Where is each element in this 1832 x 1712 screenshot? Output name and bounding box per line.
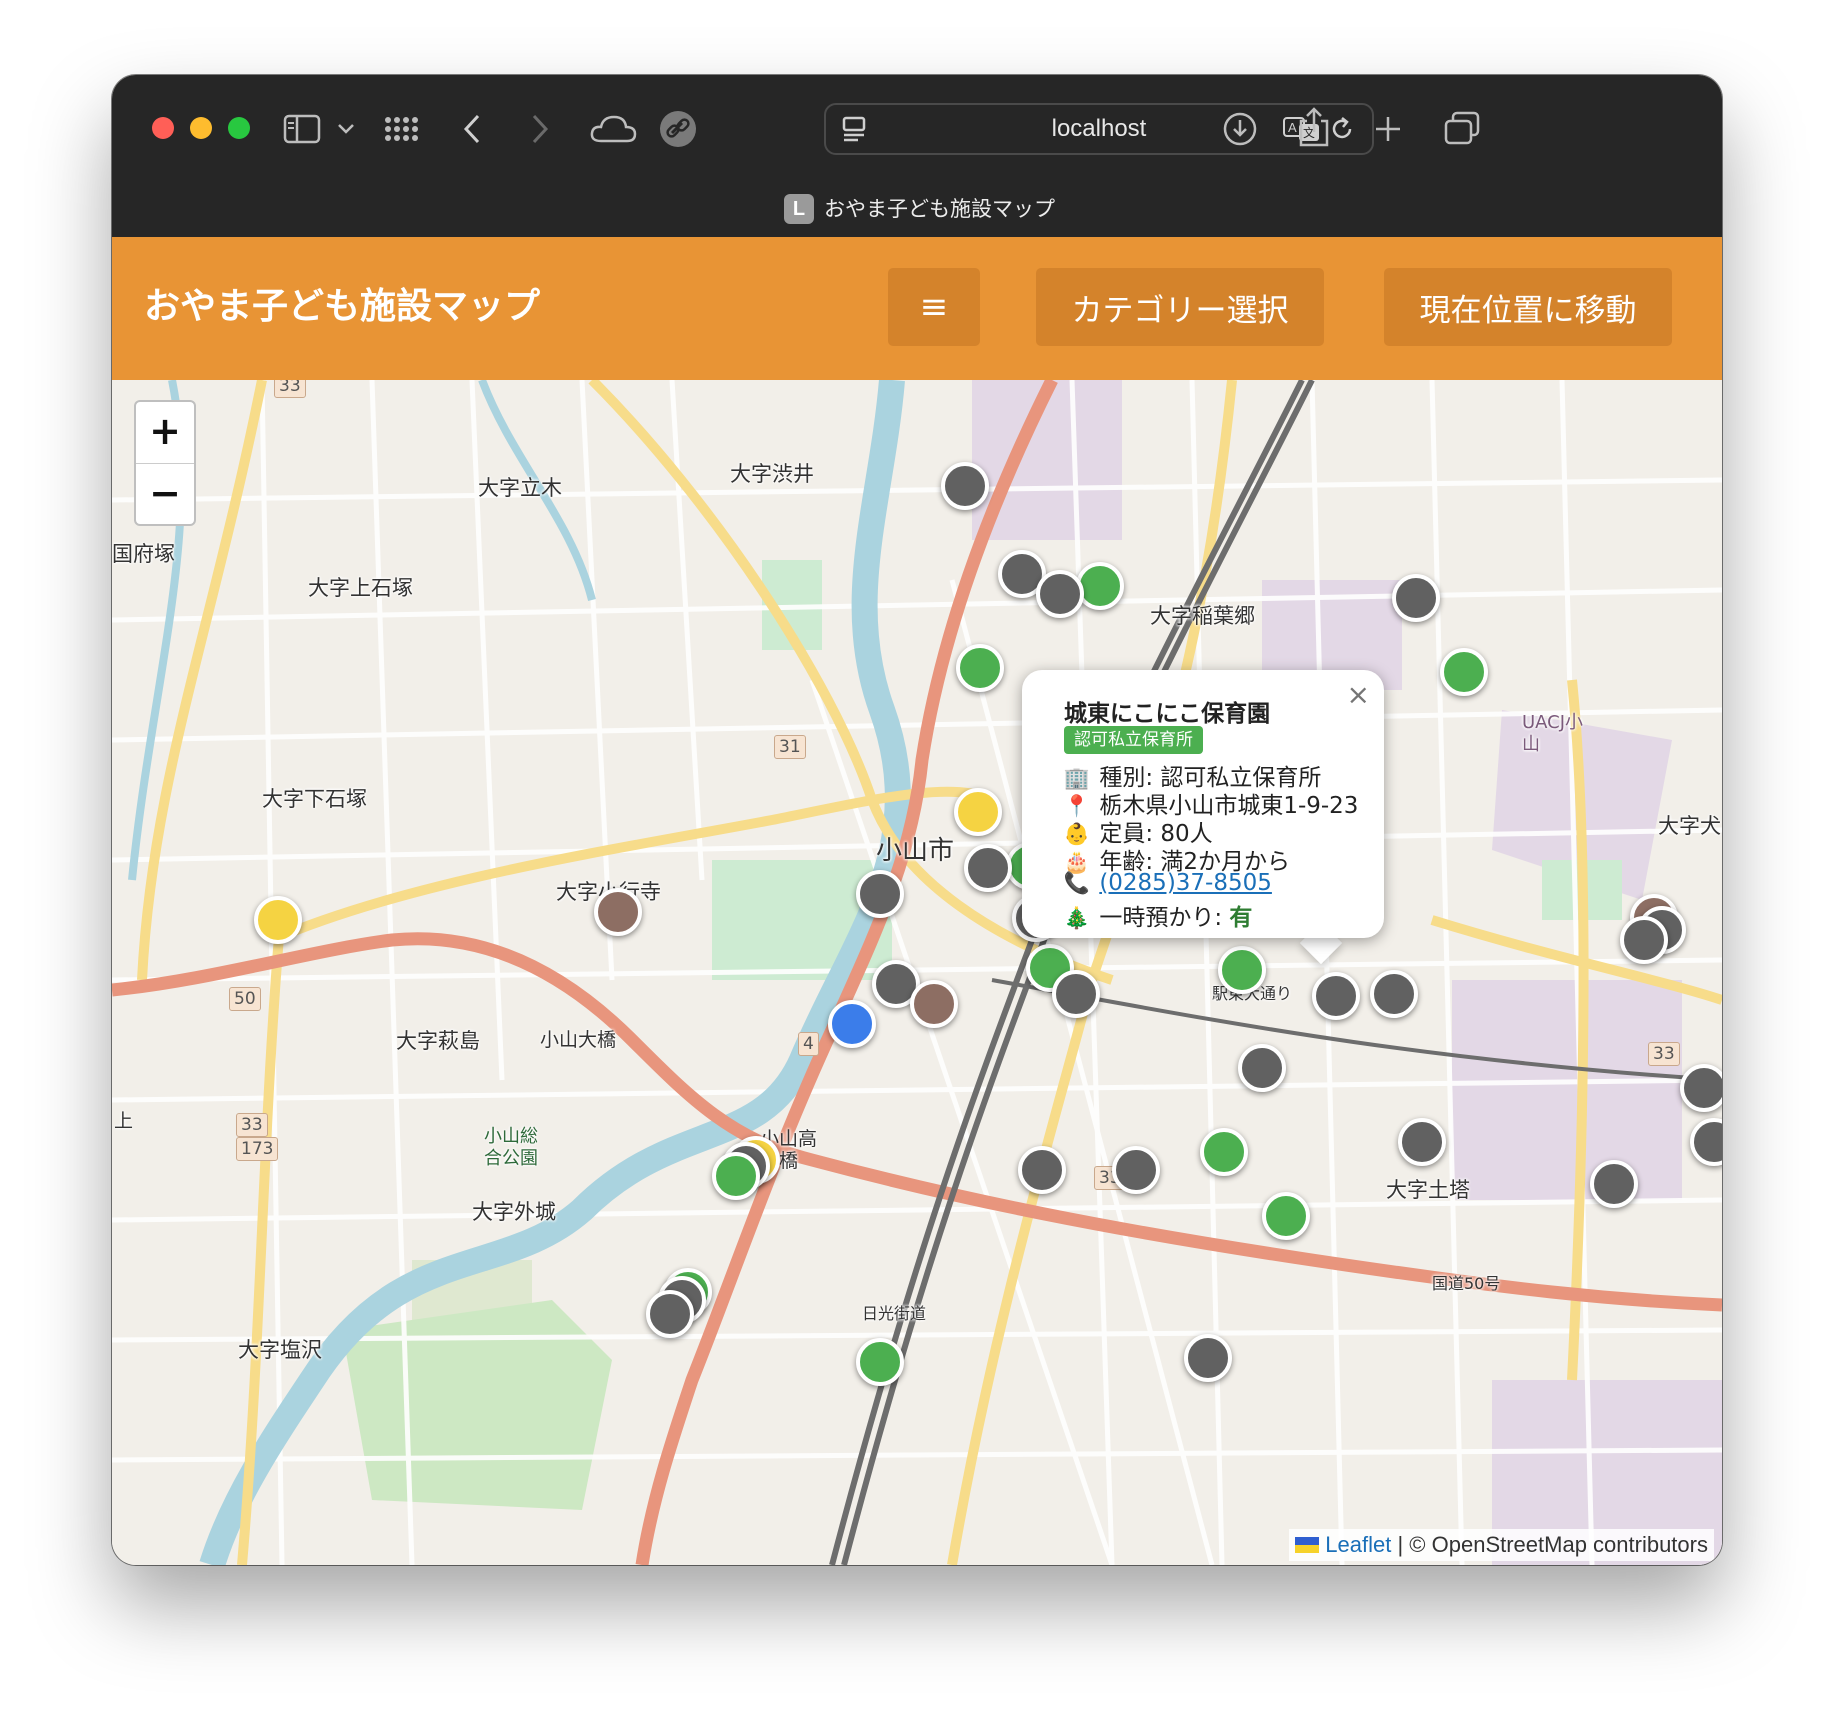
route-shield: 173 <box>236 1137 279 1161</box>
facility-marker-gray[interactable] <box>1398 1118 1446 1166</box>
facility-marker-gray[interactable] <box>1370 970 1418 1018</box>
facility-marker-green[interactable] <box>712 1152 760 1200</box>
place-label: 大字土塔 <box>1386 1178 1470 1202</box>
facility-marker-gray[interactable] <box>1392 574 1440 622</box>
facility-marker-gray[interactable] <box>1680 1064 1722 1112</box>
place-label: 大字萩島 <box>396 1029 480 1053</box>
hamburger-menu-icon: ≡ <box>919 287 949 327</box>
zoom-out-button[interactable]: − <box>136 464 194 525</box>
facility-marker-gray[interactable] <box>1052 970 1100 1018</box>
facility-marker-green[interactable] <box>1262 1192 1310 1240</box>
popup-row-phone: 📞 (0285)37-8505 <box>1062 870 1272 896</box>
facility-marker-green[interactable] <box>1440 648 1488 696</box>
tab-overview-icon[interactable] <box>1440 107 1484 151</box>
place-label: 日光街道 <box>862 1304 927 1323</box>
maximize-window-button[interactable] <box>228 117 250 139</box>
map-attribution: Leaflet | © OpenStreetMap contributors <box>1289 1529 1714 1561</box>
category-badge: 認可私立保育所 <box>1064 726 1203 754</box>
sidebar-toggle-icon[interactable] <box>280 107 324 151</box>
place-label: UACJ小山 <box>1522 712 1584 755</box>
place-label: 小山市 <box>876 836 955 866</box>
route-shield: 4 <box>798 1032 819 1056</box>
facility-marker-gray[interactable] <box>1238 1044 1286 1092</box>
forward-arrow-icon[interactable] <box>518 107 562 151</box>
minimize-window-button[interactable] <box>190 117 212 139</box>
move-to-current-location-button[interactable]: 現在位置に移動 <box>1384 268 1672 346</box>
menu-button[interactable]: ≡ <box>888 268 980 346</box>
zoom-control: + − <box>134 400 196 526</box>
facility-marker-gray[interactable] <box>941 462 989 510</box>
icloud-icon[interactable] <box>586 107 640 151</box>
route-shield: 33 <box>1648 1042 1680 1066</box>
share-icon[interactable] <box>1292 105 1336 149</box>
place-label: 大字稲葉郷 <box>1150 604 1255 628</box>
facility-marker-gray[interactable] <box>1590 1160 1638 1208</box>
facility-marker-green[interactable] <box>1200 1128 1248 1176</box>
app-title: おやま子ども施設マップ <box>144 286 541 327</box>
ukraine-flag-icon <box>1295 1537 1320 1553</box>
facility-marker-gray[interactable] <box>856 870 904 918</box>
place-label: 大字外城 <box>472 1200 556 1224</box>
facility-marker-gray[interactable] <box>1312 972 1360 1020</box>
popup-close-button[interactable]: × <box>1347 678 1370 711</box>
tab-title[interactable]: おやま子ども施設マップ <box>824 192 1055 226</box>
popup-row-temporary-care: 🎄 一時預かり: 有 <box>1062 898 1252 932</box>
facility-marker-gray[interactable] <box>1036 570 1084 618</box>
new-tab-plus-icon[interactable] <box>1366 107 1410 151</box>
app-header: おやま子ども施設マップ ≡ カテゴリー選択 現在位置に移動 <box>112 237 1722 380</box>
place-label: 国府塚 <box>112 542 175 566</box>
place-label: 小山大橋 <box>540 1029 617 1051</box>
place-label: 大字立木 <box>478 476 562 500</box>
facility-marker-gray[interactable] <box>1018 1146 1066 1194</box>
category-select-button[interactable]: カテゴリー選択 <box>1036 268 1324 346</box>
phone-link[interactable]: (0285)37-8505 <box>1099 870 1272 896</box>
phone-icon: 📞 <box>1063 871 1091 895</box>
facility-marker-gray[interactable] <box>1620 916 1668 964</box>
chevron-down-icon[interactable] <box>324 107 368 151</box>
place-label: 国道50号 <box>1432 1274 1501 1293</box>
popup-title: 城東にこにこ保育園 <box>1064 701 1271 727</box>
leaflet-link[interactable]: Leaflet <box>1325 1532 1391 1557</box>
temporary-care-label: 一時預かり: <box>1099 905 1230 931</box>
current-location-marker[interactable] <box>828 1000 876 1048</box>
facility-marker-gray[interactable] <box>964 844 1012 892</box>
zoom-in-button[interactable]: + <box>136 402 194 464</box>
route-shield: 33 <box>236 1113 268 1137</box>
place-label: 大字犬 <box>1658 814 1721 838</box>
route-shield: 33 <box>274 380 306 398</box>
place-label: 大字下石塚 <box>262 787 367 811</box>
place-label: 大字上石塚 <box>308 576 413 600</box>
close-window-button[interactable] <box>152 117 174 139</box>
place-label: 小山総合公園 <box>484 1126 538 1169</box>
facility-popup: × 城東にこにこ保育園 認可私立保育所 🏢 種別: 認可私立保育所 📍 栃木県小… <box>1022 670 1384 938</box>
browser-window: localhost A文 L おやま子ども施設マップ おやま子ども施設マップ ≡… <box>112 75 1722 1565</box>
facility-marker-yellow[interactable] <box>954 788 1002 836</box>
facility-marker-gray[interactable] <box>1184 1334 1232 1382</box>
facility-marker-green[interactable] <box>1218 946 1266 994</box>
tab-favicon: L <box>784 194 814 224</box>
place-label: 上 <box>114 1110 134 1132</box>
facility-marker-gray[interactable] <box>1112 1146 1160 1194</box>
tab-grid-icon[interactable] <box>380 107 424 151</box>
tab-bar: L おやま子ども施設マップ <box>112 187 1722 237</box>
place-label: 大字塩沢 <box>238 1338 322 1362</box>
route-shield: 50 <box>229 987 261 1011</box>
facility-marker-green[interactable] <box>956 644 1004 692</box>
place-label: 大字渋井 <box>730 462 814 486</box>
facility-marker-yellow[interactable] <box>254 896 302 944</box>
downloads-icon[interactable] <box>1218 107 1262 151</box>
browser-toolbar: localhost A文 L おやま子ども施設マップ <box>112 75 1722 237</box>
facility-marker-green[interactable] <box>856 1338 904 1386</box>
facility-marker-gray[interactable] <box>646 1290 694 1338</box>
facility-marker-brown[interactable] <box>910 980 958 1028</box>
facility-marker-brown[interactable] <box>594 888 642 936</box>
attribution-text: | © OpenStreetMap contributors <box>1391 1532 1708 1557</box>
map-view[interactable]: 大字渋井 大字立木 国府塚 大字上石塚 大字稲葉郷 大字下石塚 小山市 大字小行… <box>112 380 1722 1565</box>
back-arrow-icon[interactable] <box>450 107 494 151</box>
tree-icon: 🎄 <box>1063 906 1091 930</box>
link-icon[interactable] <box>656 107 700 151</box>
route-shield: 31 <box>774 735 806 759</box>
facility-marker-green[interactable] <box>1076 562 1124 610</box>
temporary-care-value: 有 <box>1229 905 1253 931</box>
